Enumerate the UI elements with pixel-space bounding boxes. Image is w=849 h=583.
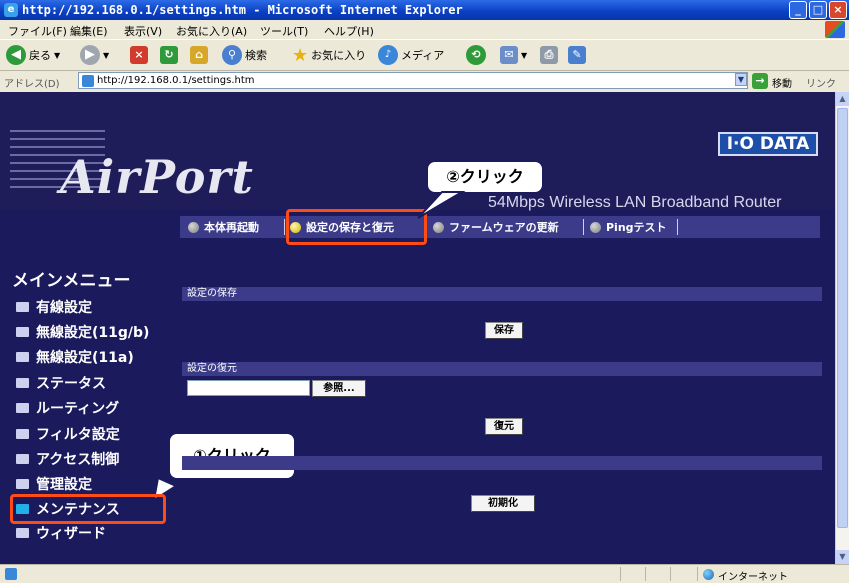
sidebar-item-label: ウィザード: [36, 526, 106, 542]
sidebar-item-filter[interactable]: フィルタ設定: [16, 424, 120, 444]
status-divider: [670, 567, 671, 581]
sidebar-item-admin[interactable]: 管理設定: [16, 474, 92, 494]
sidebar-item-status[interactable]: ステータス: [16, 373, 106, 393]
restore-button[interactable]: 復元: [485, 418, 523, 435]
sidebar-item-access-control[interactable]: アクセス制御: [16, 449, 119, 469]
scroll-up-icon[interactable]: ▲: [836, 92, 849, 106]
folder-icon: [16, 327, 29, 337]
sidebar-title: メインメニュー: [12, 271, 131, 291]
sidebar-item-label: アクセス制御: [36, 452, 120, 468]
status-divider: [620, 567, 621, 581]
scroll-down-icon[interactable]: ▼: [836, 550, 849, 564]
save-section-header: 設定の保存: [182, 287, 822, 301]
status-bar: インターネット: [0, 564, 849, 583]
sidebar-item-wireless-11a[interactable]: 無線設定(11a): [16, 347, 134, 367]
restore-section-header: 設定の復元: [182, 362, 822, 376]
initialize-button[interactable]: 初期化: [471, 495, 535, 512]
sidebar-item-wizard[interactable]: ウィザード: [16, 523, 106, 543]
sidebar-item-wired[interactable]: 有線設定: [16, 297, 92, 317]
folder-icon: [16, 479, 29, 489]
status-divider: [645, 567, 646, 581]
sidebar-highlight-box: [10, 494, 166, 524]
scroll-thumb[interactable]: [837, 108, 848, 528]
save-button[interactable]: 保存: [485, 322, 523, 339]
folder-icon: [16, 403, 29, 413]
init-section-header: [182, 456, 822, 470]
sidebar-item-routing[interactable]: ルーティング: [16, 398, 119, 418]
sidebar-item-label: フィルタ設定: [36, 427, 120, 443]
internet-zone-icon: [703, 569, 714, 580]
folder-icon: [16, 302, 29, 312]
sidebar-item-label: 有線設定: [36, 300, 92, 316]
restore-file-input[interactable]: [187, 380, 310, 396]
sidebar-item-label: ルーティング: [36, 401, 120, 417]
page-status-icon: [5, 568, 17, 580]
vertical-scrollbar[interactable]: ▲ ▼: [835, 92, 849, 564]
sidebar-item-wireless-11gb[interactable]: 無線設定(11g/b): [16, 322, 149, 342]
folder-icon: [16, 528, 29, 538]
sidebar-item-label: ステータス: [36, 376, 106, 392]
folder-icon: [16, 378, 29, 388]
folder-icon: [16, 352, 29, 362]
zone-label: インターネット: [718, 572, 788, 583]
browse-button[interactable]: 参照...: [312, 380, 366, 397]
sidebar-item-label: 無線設定(11a): [36, 350, 134, 366]
folder-icon: [16, 454, 29, 464]
folder-icon: [16, 429, 29, 439]
sidebar-item-label: 無線設定(11g/b): [36, 325, 150, 341]
sidebar-item-label: 管理設定: [36, 477, 92, 493]
status-divider: [697, 567, 698, 581]
